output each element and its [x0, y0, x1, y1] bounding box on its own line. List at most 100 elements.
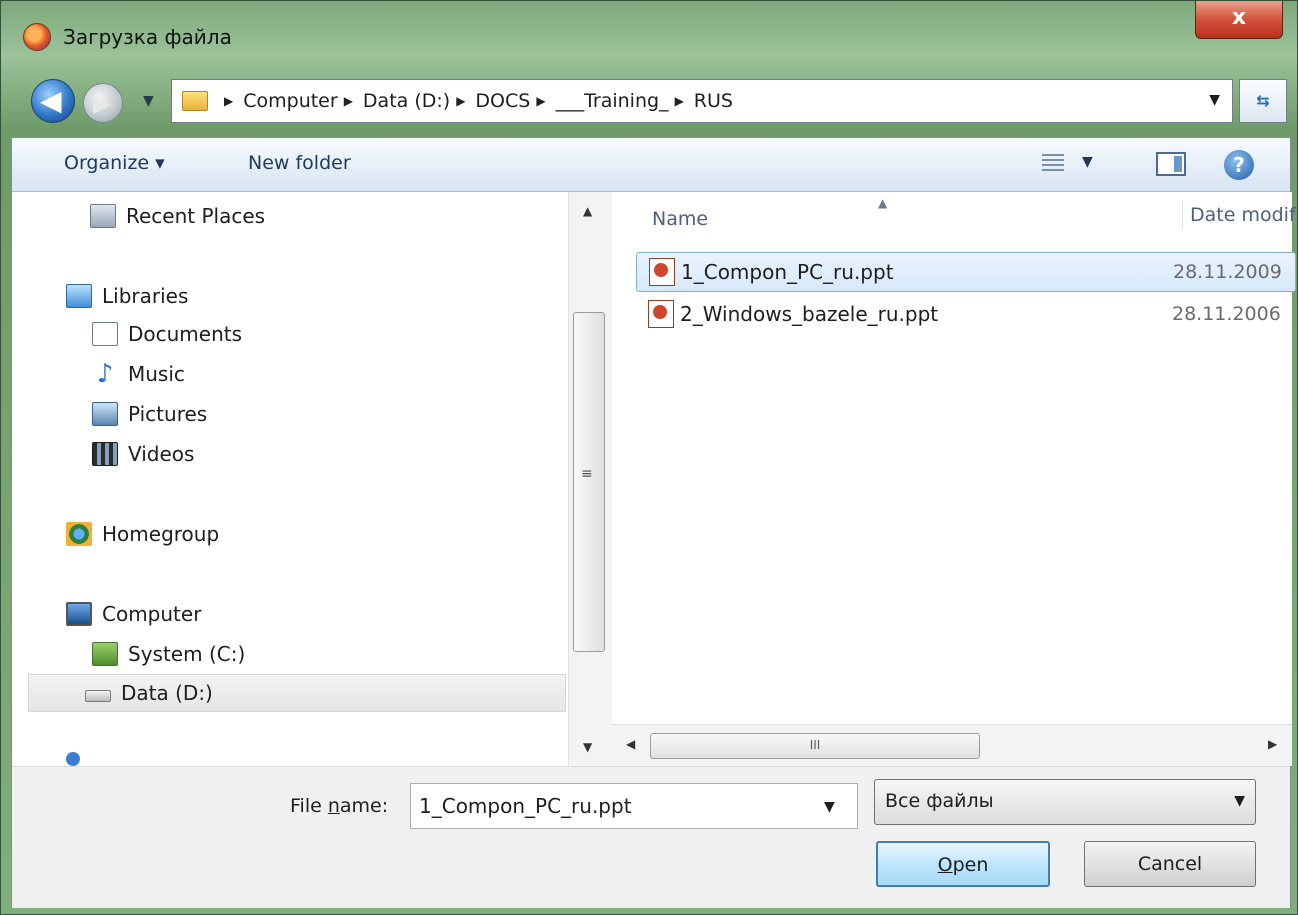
column-divider[interactable]	[1182, 200, 1183, 230]
preview-pane-icon[interactable]	[1156, 152, 1186, 176]
refresh-button[interactable]: ⇆	[1239, 79, 1287, 123]
network-icon	[66, 752, 80, 766]
videos-icon	[92, 442, 118, 466]
open-button[interactable]: Open	[876, 841, 1050, 887]
scroll-left-icon[interactable]: ◀	[626, 737, 635, 751]
breadcrumb-rus[interactable]: RUS	[694, 90, 733, 112]
breadcrumb-training[interactable]: ___Training_	[556, 90, 669, 112]
scrollbar-grip-icon: ≡	[581, 466, 593, 482]
file-type-select[interactable]: Все файлы ▼	[874, 779, 1256, 825]
documents-icon	[92, 322, 118, 346]
forward-button[interactable]: ▶	[83, 83, 123, 123]
arrow-left-icon: ◀	[40, 84, 62, 117]
breadcrumb-separator-icon[interactable]: ▶	[224, 94, 233, 108]
nav-pane-scrollbar[interactable]: ▲ ≡ ▼	[568, 192, 612, 766]
powerpoint-file-icon	[649, 258, 675, 286]
cancel-button[interactable]: Cancel	[1084, 841, 1256, 887]
file-name: 1_Compon_PC_ru.ppt	[681, 260, 894, 284]
back-button[interactable]: ◀	[31, 79, 75, 123]
nav-item-label: Libraries	[102, 284, 189, 308]
navigation-pane: Recent Places Libraries Documents ♪ Musi…	[12, 192, 568, 766]
file-list-horizontal-scrollbar[interactable]: ◀ III ▶	[612, 724, 1292, 766]
nav-item-label: Music	[128, 362, 185, 386]
system-drive-icon	[92, 642, 118, 666]
libraries-icon	[66, 284, 92, 308]
nav-item-label: Homegroup	[102, 522, 220, 546]
dialog-footer: File name: 1_Compon_PC_ru.ppt ▼ Все файл…	[12, 766, 1290, 908]
nav-item-homegroup[interactable]: Homegroup	[66, 516, 219, 552]
breadcrumb: ▶ Computer ▶ Data (D:) ▶ DOCS ▶ ___Train…	[218, 90, 733, 112]
nav-item-label: Pictures	[128, 402, 208, 426]
view-dropdown-icon[interactable]: ▼	[1082, 154, 1093, 170]
file-name-field[interactable]: 1_Compon_PC_ru.ppt	[410, 783, 858, 829]
breadcrumb-docs[interactable]: DOCS	[475, 90, 530, 112]
help-icon[interactable]: ?	[1224, 150, 1254, 180]
file-list: ▲ Name Date modif 1_Compon_PC_ru.ppt 28.…	[612, 192, 1296, 766]
recent-places-icon	[90, 204, 116, 228]
pictures-icon	[92, 402, 118, 426]
title-bar[interactable]: Загрузка файла x	[1, 1, 1297, 79]
column-header-name[interactable]: Name	[652, 208, 708, 230]
sort-ascending-icon: ▲	[878, 196, 888, 210]
breadcrumb-separator-icon[interactable]: ▶	[675, 94, 684, 108]
nav-item-documents[interactable]: Documents	[92, 316, 242, 352]
scrollbar-thumb[interactable]: III	[650, 733, 980, 759]
nav-item-recent-places[interactable]: Recent Places	[90, 198, 265, 234]
nav-item-system-c[interactable]: System (C:)	[92, 636, 245, 672]
computer-icon	[66, 602, 92, 626]
label-part: ame:	[339, 795, 389, 817]
nav-item-pictures[interactable]: Pictures	[92, 396, 207, 432]
file-name-dropdown-icon[interactable]: ▼	[824, 799, 835, 815]
firefox-icon	[23, 23, 51, 51]
folder-icon	[182, 91, 208, 111]
open-label: pen	[952, 854, 989, 876]
dialog-client-area: Organize ▾ New folder ▼ ? Recent Places …	[11, 137, 1296, 908]
nav-item-label: Data (D:)	[121, 681, 213, 705]
breadcrumb-separator-icon[interactable]: ▶	[456, 94, 465, 108]
nav-item-computer[interactable]: Computer	[66, 596, 201, 632]
column-header-date-modified[interactable]: Date modif	[1190, 204, 1296, 226]
nav-item-data-d[interactable]: Data (D:)	[28, 674, 566, 712]
breadcrumb-data-drive[interactable]: Data (D:)	[363, 90, 450, 112]
powerpoint-file-icon	[648, 300, 674, 328]
breadcrumb-separator-icon[interactable]: ▶	[536, 94, 545, 108]
breadcrumb-separator-icon[interactable]: ▶	[344, 94, 353, 108]
breadcrumb-computer[interactable]: Computer	[243, 90, 337, 112]
scroll-right-icon[interactable]: ▶	[1268, 737, 1277, 751]
address-dropdown-icon[interactable]: ▼	[1209, 92, 1220, 108]
file-name-label: File name:	[290, 795, 388, 817]
file-date: 28.11.2009	[1173, 261, 1282, 283]
address-bar[interactable]: ▶ Computer ▶ Data (D:) ▶ DOCS ▶ ___Train…	[171, 79, 1233, 123]
file-date: 28.11.2006	[1172, 303, 1281, 325]
file-name: 2_Windows_bazele_ru.ppt	[680, 302, 939, 326]
file-row[interactable]: 2_Windows_bazele_ru.ppt 28.11.2006	[636, 294, 1296, 334]
nav-item-label: System (C:)	[128, 642, 246, 666]
command-bar: Organize ▾ New folder ▼ ?	[12, 138, 1290, 192]
window-title: Загрузка файла	[63, 25, 232, 49]
scrollbar-thumb[interactable]	[573, 312, 605, 652]
view-options-icon[interactable]	[1042, 154, 1064, 174]
nav-item-music[interactable]: ♪ Music	[92, 356, 185, 392]
data-drive-icon	[85, 690, 111, 702]
file-type-value: Все файлы	[885, 790, 994, 812]
nav-item-libraries[interactable]: Libraries	[66, 278, 188, 314]
nav-item-label: Documents	[128, 322, 243, 346]
new-folder-button[interactable]: New folder	[248, 152, 351, 174]
refresh-icon: ⇆	[1256, 91, 1270, 110]
arrow-right-icon: ▶	[93, 89, 112, 117]
nav-item-label: Recent Places	[126, 204, 266, 228]
scroll-down-icon[interactable]: ▼	[583, 740, 592, 754]
close-button[interactable]: x	[1195, 1, 1283, 39]
file-row[interactable]: 1_Compon_PC_ru.ppt 28.11.2009	[636, 252, 1296, 292]
recent-locations-dropdown[interactable]: ▼	[143, 93, 154, 109]
open-accelerator: O	[937, 854, 953, 876]
scroll-up-icon[interactable]: ▲	[583, 204, 592, 218]
label-part: File	[290, 795, 328, 817]
music-icon: ♪	[96, 359, 114, 389]
organize-button[interactable]: Organize ▾	[64, 152, 165, 174]
nav-item-label: Videos	[128, 442, 195, 466]
nav-item-videos[interactable]: Videos	[92, 436, 194, 472]
label-accelerator: n	[327, 795, 340, 817]
chevron-down-icon: ▼	[1234, 793, 1245, 809]
homegroup-icon	[66, 522, 92, 546]
